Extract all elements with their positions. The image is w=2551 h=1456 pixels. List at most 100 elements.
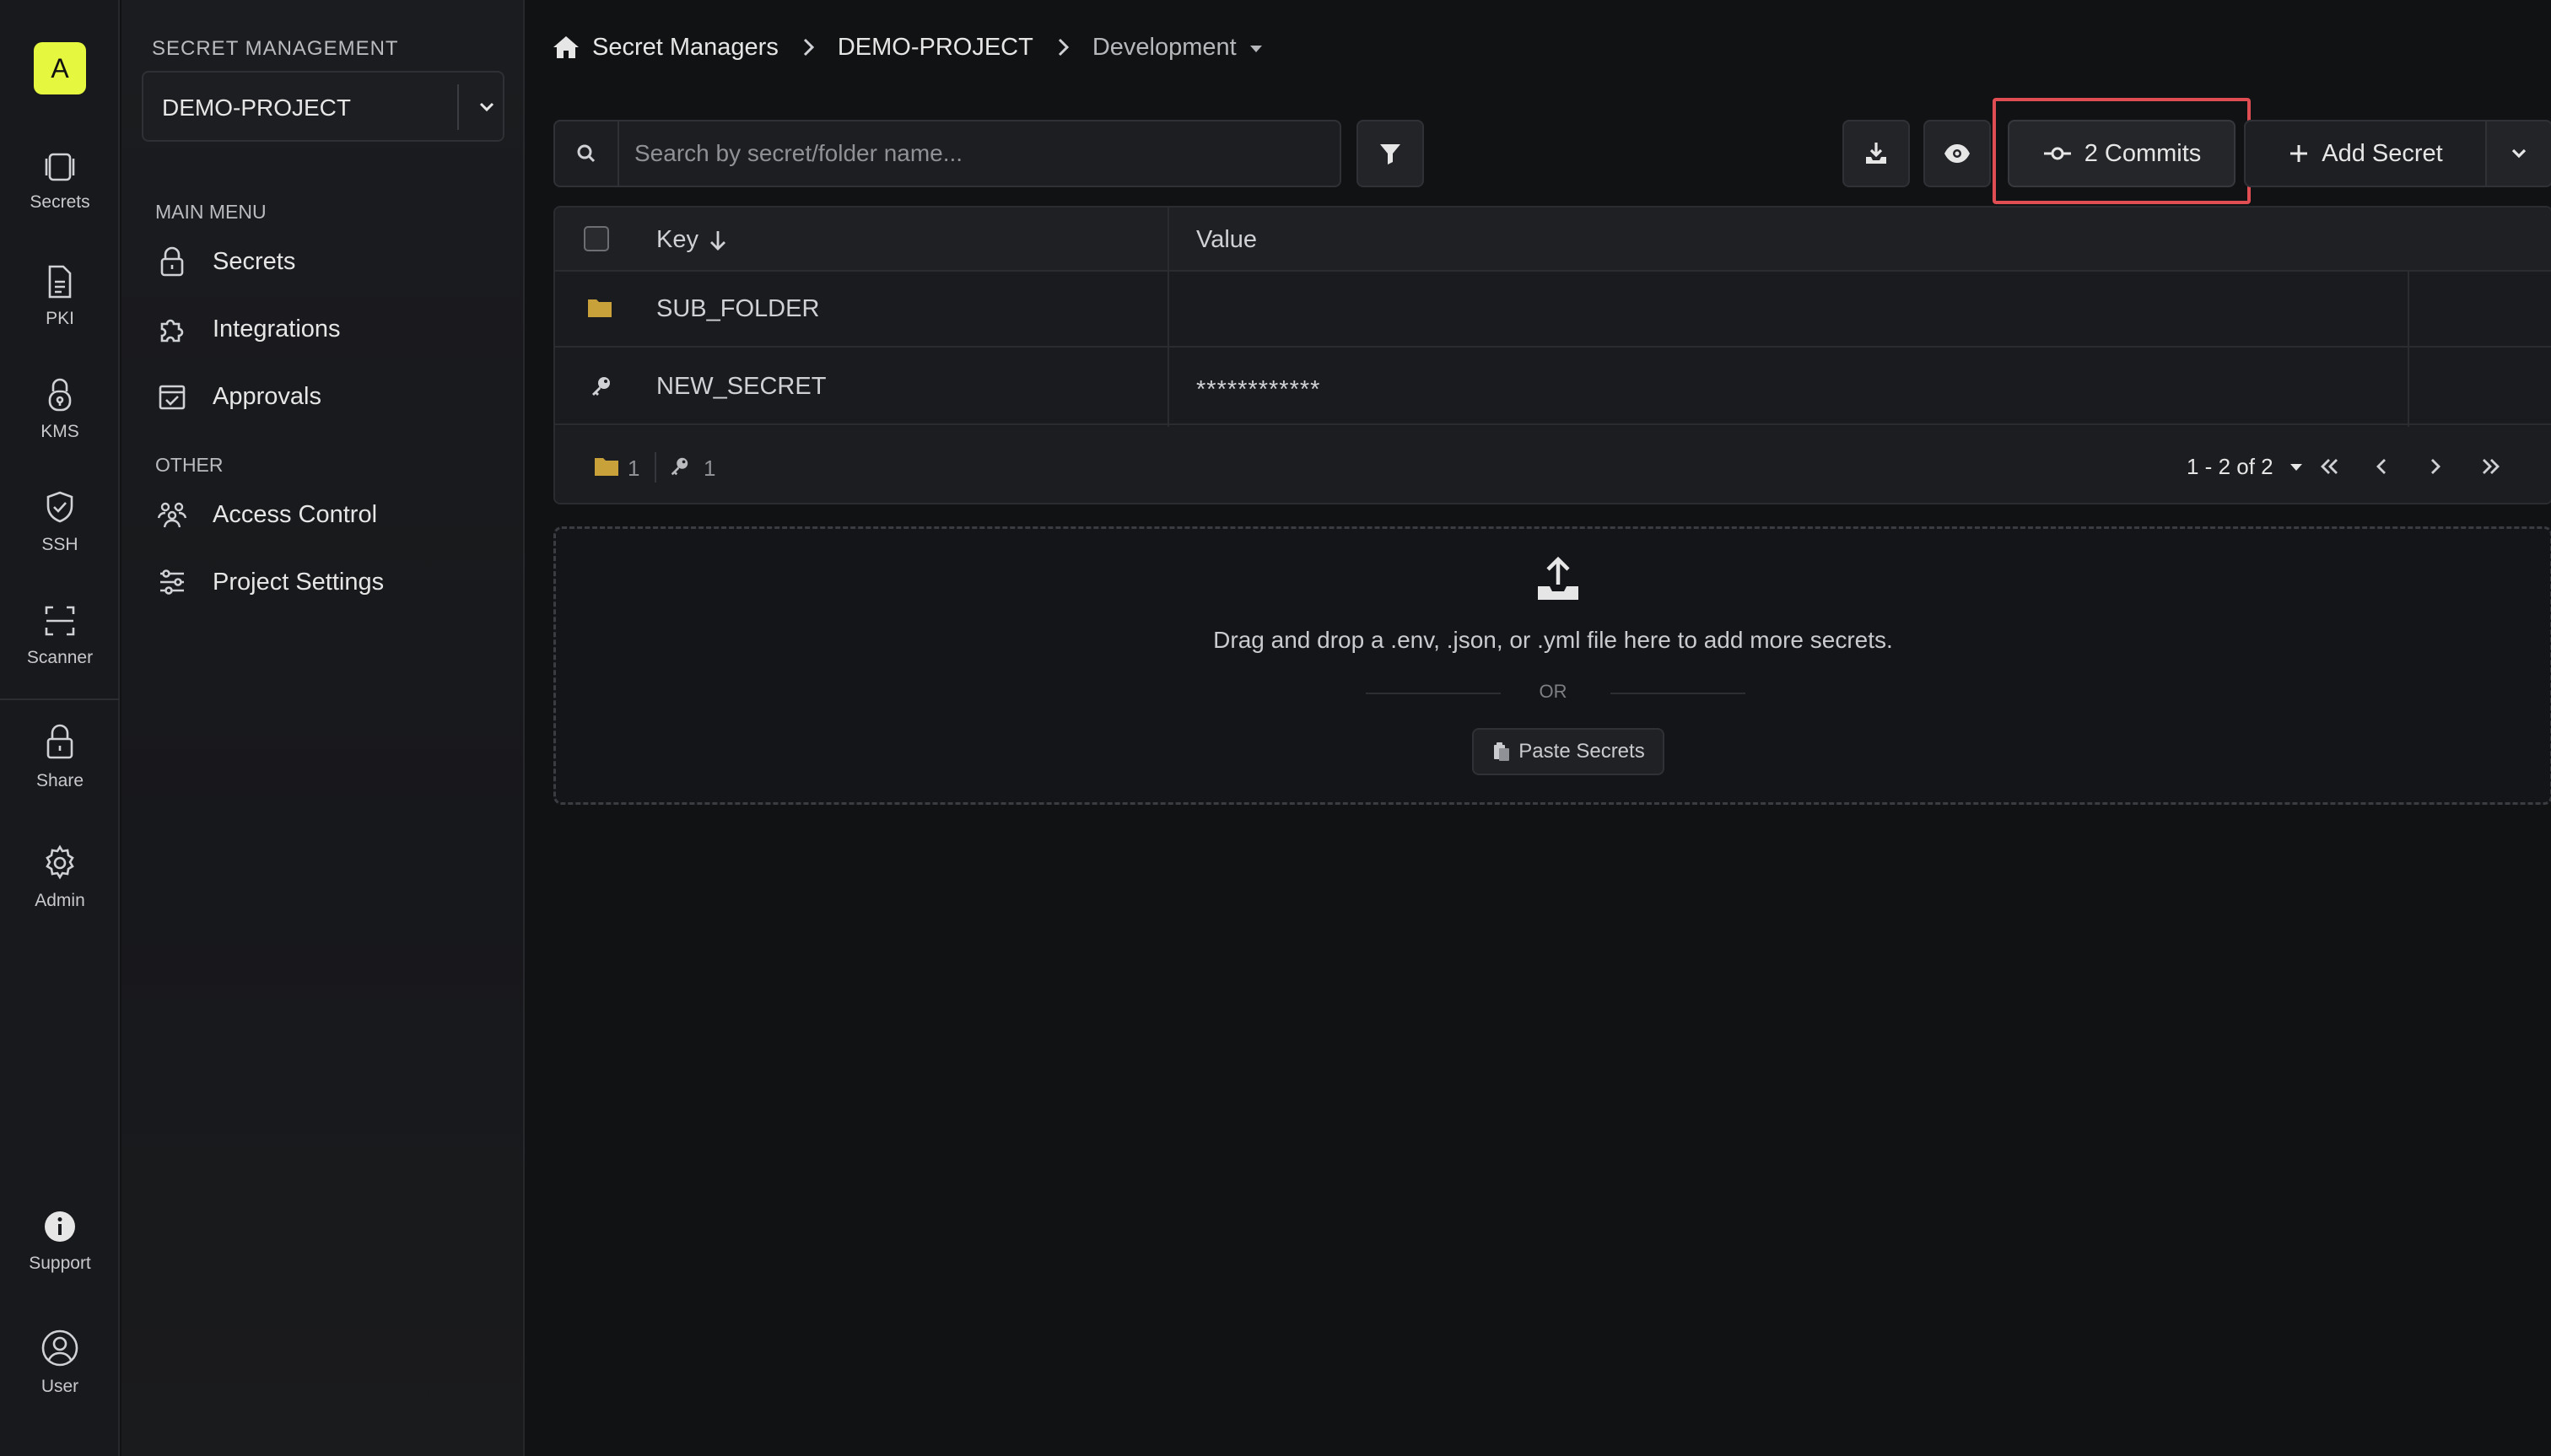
selector-divider xyxy=(457,84,459,130)
lock-icon xyxy=(46,724,73,759)
or-divider-right xyxy=(1610,693,1745,694)
reveal-values-button[interactable] xyxy=(1923,120,1991,187)
rail-item-ssh[interactable]: SSH xyxy=(0,489,120,555)
rail-item-support[interactable]: Support xyxy=(0,1208,120,1274)
sidebar-item-label: Approvals xyxy=(213,382,321,410)
user-icon xyxy=(41,1329,78,1367)
rail-label: Support xyxy=(29,1254,91,1273)
sidebar-item-project-settings[interactable]: Project Settings xyxy=(155,558,510,606)
rail-item-admin[interactable]: Admin xyxy=(0,844,120,911)
file-dropzone[interactable]: Drag and drop a .env, .json, or .yml fil… xyxy=(553,526,2551,805)
git-commit-icon xyxy=(2043,147,2071,160)
row-key: NEW_SECRET xyxy=(656,373,827,400)
breadcrumb: Secret Managers DEMO-PROJECT Development xyxy=(552,30,1264,64)
icon-rail: A Secrets PKI KMS SSH Scanner Share Admi… xyxy=(0,0,120,1456)
chevron-down-icon xyxy=(2511,148,2527,159)
previous-page-icon[interactable] xyxy=(2369,454,2394,479)
chevron-right-icon xyxy=(799,36,817,58)
scan-icon xyxy=(45,606,75,636)
sidebar-item-label: Access Control xyxy=(213,500,378,528)
chevron-right-icon xyxy=(1054,36,1072,58)
download-button[interactable] xyxy=(1842,120,1910,187)
rail-label: Share xyxy=(35,771,84,790)
sidebar-item-label: Project Settings xyxy=(213,568,385,596)
rail-item-scanner[interactable]: Scanner xyxy=(0,602,120,668)
footer-divider xyxy=(655,452,656,483)
search-icon xyxy=(555,121,619,186)
calendar-check-icon xyxy=(159,385,186,410)
sidebar-item-secrets[interactable]: Secrets xyxy=(155,238,510,285)
rail-item-secrets[interactable]: Secrets xyxy=(0,150,120,213)
environment-selector[interactable]: Development xyxy=(1092,34,1264,62)
next-page-icon[interactable] xyxy=(2423,454,2448,479)
table-row[interactable]: NEW_SECRET ************ xyxy=(555,349,2551,425)
org-avatar[interactable]: A xyxy=(34,42,86,94)
select-all-checkbox[interactable] xyxy=(584,226,609,251)
folder-icon xyxy=(588,299,612,317)
add-secret-button[interactable]: Add Secret xyxy=(2244,120,2485,187)
main-content: Secret Managers DEMO-PROJECT Development… xyxy=(526,0,2551,1456)
rail-item-user[interactable]: User xyxy=(0,1328,120,1397)
home-icon[interactable] xyxy=(552,34,580,61)
project-selector[interactable]: DEMO-PROJECT xyxy=(142,71,504,142)
rail-item-share[interactable]: Share xyxy=(0,722,120,791)
key-icon xyxy=(671,457,688,476)
search-bar xyxy=(553,120,1341,187)
commits-label: 2 Commits xyxy=(2084,139,2202,167)
lock-icon xyxy=(160,246,184,277)
paste-secrets-button[interactable]: Paste Secrets xyxy=(1472,728,1664,775)
info-icon xyxy=(45,1211,75,1242)
caret-down-icon xyxy=(1249,45,1262,52)
page-range-selector[interactable]: 1 - 2 of 2 xyxy=(2187,454,2304,480)
main-menu-label: MAIN MENU xyxy=(155,201,267,223)
key-header-label: Key xyxy=(656,226,698,253)
search-input[interactable] xyxy=(619,121,1340,186)
folder-icon xyxy=(595,458,618,476)
project-sidebar: SECRET MANAGEMENT DEMO-PROJECT MAIN MENU… xyxy=(121,0,525,1456)
key-icon xyxy=(592,377,610,396)
last-page-icon[interactable] xyxy=(2478,454,2504,479)
commits-button[interactable]: 2 Commits xyxy=(2008,120,2235,187)
secret-count: 1 xyxy=(704,456,716,481)
filter-icon xyxy=(1380,144,1400,164)
key-column-header[interactable]: Key xyxy=(656,226,729,254)
chevron-down-icon[interactable] xyxy=(474,94,499,120)
arrow-down-icon xyxy=(709,230,725,251)
rail-item-kms[interactable]: KMS xyxy=(0,376,120,442)
sidebar-item-integrations[interactable]: Integrations xyxy=(155,305,510,353)
rail-label: SSH xyxy=(41,535,78,554)
sidebar-title: SECRET MANAGEMENT xyxy=(152,37,399,60)
download-icon xyxy=(1866,143,1886,164)
table-header: Key Value xyxy=(555,208,2551,272)
environment-label: Development xyxy=(1092,33,1237,61)
secrets-table: Key Value SUB_FOLDER NEW_SECRET ********… xyxy=(553,206,2551,504)
table-row[interactable]: SUB_FOLDER xyxy=(555,272,2551,348)
secrets-icon xyxy=(45,153,75,181)
breadcrumb-project[interactable]: DEMO-PROJECT xyxy=(838,34,1033,62)
upload-icon xyxy=(1538,556,1578,600)
breadcrumb-root[interactable]: Secret Managers xyxy=(592,34,779,62)
other-menu-label: OTHER xyxy=(155,454,224,476)
users-icon xyxy=(157,502,187,528)
first-page-icon[interactable] xyxy=(2316,454,2342,479)
rail-item-pki[interactable]: PKI xyxy=(0,263,120,329)
rail-label: Scanner xyxy=(26,648,94,667)
rail-label: KMS xyxy=(40,422,79,441)
plus-icon xyxy=(2290,145,2308,162)
sliders-icon xyxy=(160,569,184,595)
sidebar-item-access-control[interactable]: Access Control xyxy=(155,491,510,538)
or-label: OR xyxy=(1539,681,1567,702)
clipboard-icon xyxy=(1494,742,1510,761)
caret-down-icon xyxy=(2289,463,2302,471)
row-value-masked[interactable]: ************ xyxy=(1196,376,1320,404)
document-icon xyxy=(48,265,72,299)
puzzle-icon xyxy=(160,319,184,342)
rail-label: Secrets xyxy=(30,192,90,212)
add-secret-menu-button[interactable] xyxy=(2485,120,2551,187)
page-range: 1 - 2 of 2 xyxy=(2187,454,2273,479)
filter-button[interactable] xyxy=(1356,120,1424,187)
rail-divider xyxy=(0,698,120,700)
table-footer: 1 1 1 - 2 of 2 xyxy=(555,427,2551,503)
sidebar-item-approvals[interactable]: Approvals xyxy=(155,373,510,420)
eye-icon xyxy=(1944,144,1970,163)
